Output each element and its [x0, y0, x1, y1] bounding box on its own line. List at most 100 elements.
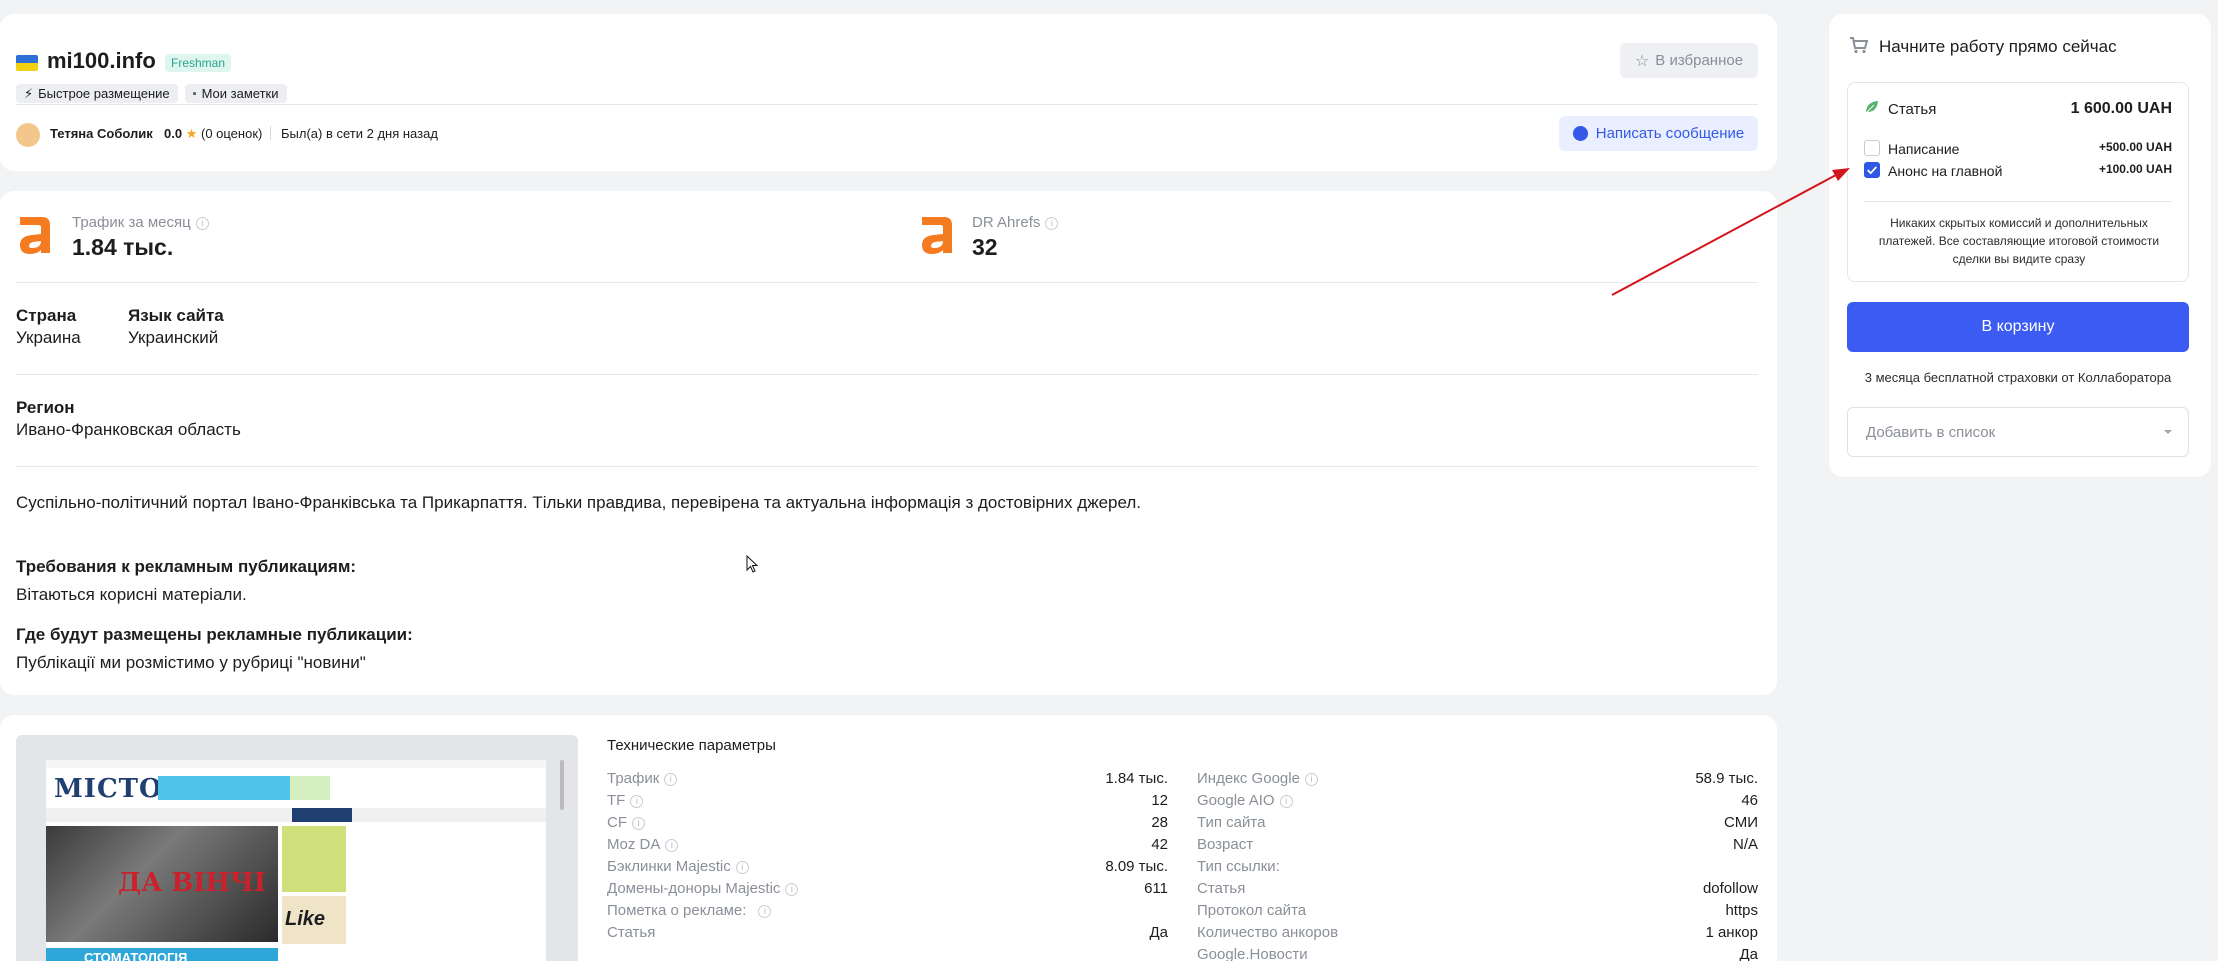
tech-value: N/A [1732, 836, 1758, 853]
tech-value: Да [1739, 946, 1758, 961]
tech-label: Google.Новости [1197, 946, 1308, 961]
country-title: Страна [16, 306, 77, 325]
article-price: 1 600.00 UAH [2070, 100, 2172, 117]
requirements-value: Вітаються корисні матеріали. [16, 585, 247, 604]
placement-title: Где будут размещены рекламные публикации… [16, 625, 413, 644]
info-icon[interactable]: i [630, 794, 644, 808]
info-icon[interactable]: i [665, 838, 679, 852]
add-to-cart-button[interactable]: В корзину [1847, 302, 2189, 352]
tech-value: dofollow [1702, 880, 1758, 897]
owner-name[interactable]: Тетяна Соболик [50, 126, 153, 141]
writing-price: +500.00 UAH [2098, 140, 2172, 154]
preview-page: МІСТО ДА ВІНЧІ Like СТОМАТОЛОГІЯ [46, 760, 546, 961]
order-options-box: Статья 1 600.00 UAH Написание +500.00 UA… [1847, 82, 2189, 282]
site-tags: ⚡ Быстрое размещение ▪ Мои заметки [16, 84, 287, 103]
homepage-announce-label[interactable]: Анонс на главной [1888, 163, 2002, 179]
order-card: Начните работу прямо сейчас Статья 1 600… [1829, 14, 2211, 477]
info-icon[interactable]: i [1279, 794, 1293, 808]
tech-row: TF i 12 [607, 792, 1168, 812]
insurance-note: 3 месяца бесплатной страховки от Коллабо… [1864, 370, 2172, 385]
cart-icon [1849, 36, 1869, 54]
my-notes-tag[interactable]: ▪ Мои заметки [184, 84, 287, 103]
order-title: Начните работу прямо сейчас [1879, 37, 2117, 56]
info-icon[interactable]: i [785, 882, 799, 896]
tech-value: СМИ [1724, 814, 1758, 831]
add-to-list-select[interactable]: Добавить в список [1847, 407, 2189, 457]
quick-placement-tag[interactable]: ⚡ Быстрое размещение [16, 84, 178, 103]
ahrefs-icon [922, 217, 952, 254]
tech-row: Тип сайта СМИ [1197, 814, 1758, 834]
tech-label: Трафик [607, 770, 660, 787]
tech-label: Возраст [1197, 836, 1254, 853]
info-icon[interactable]: i [735, 860, 749, 874]
traffic-value: 1.84 тыс. [72, 234, 174, 260]
tech-row: Moz DA i 42 [607, 836, 1168, 856]
preview-logo: МІСТО [54, 774, 163, 804]
tech-value: 1.84 тыс. [1105, 770, 1168, 787]
tech-row: Возраст N/A [1197, 836, 1758, 856]
info-icon[interactable]: i [632, 816, 645, 830]
tech-row: Тип ссылки: [1197, 858, 1758, 878]
site-name[interactable]: mi100.info [47, 48, 156, 74]
comment-icon: ▪ [192, 87, 197, 100]
tech-value: Да [1149, 924, 1168, 941]
last-seen: Был(а) в сети 2 дня назад [281, 126, 438, 141]
tech-label: Домены-доноры Majestic [607, 880, 781, 897]
region-title: Регион [16, 398, 75, 417]
ukraine-flag-icon [16, 55, 38, 71]
tech-label: TF [607, 792, 626, 809]
chat-bubble-icon [1572, 126, 1588, 141]
homepage-announce-checkbox[interactable] [1864, 162, 1880, 178]
dr-value: 32 [972, 234, 998, 260]
info-icon[interactable]: i [758, 904, 772, 918]
owner-rating: 0.0 ★ (0 оценок) [164, 126, 263, 141]
site-header-card: mi100.info Freshman ⚡ Быстрое размещение… [0, 14, 1777, 171]
tech-row: Google AIO i 46 [1197, 792, 1758, 812]
placement-value: Публікації ми розмістимо у рубриці "нови… [16, 653, 366, 672]
tech-card: МІСТО ДА ВІНЧІ Like СТОМАТОЛОГІЯ Техниче… [0, 715, 1777, 961]
tech-value: 611 [1144, 880, 1168, 897]
level-badge: Freshman [165, 54, 232, 72]
writing-checkbox[interactable] [1864, 140, 1880, 156]
avatar[interactable] [16, 123, 40, 147]
writing-label[interactable]: Написание [1888, 141, 1959, 157]
tech-row: Пометка о рекламе: i [607, 902, 1168, 922]
star-icon: ★ [185, 126, 198, 141]
info-icon[interactable]: i [664, 772, 678, 786]
tech-label: Бэклинки Majestic [607, 858, 731, 875]
info-icon[interactable]: i [1045, 216, 1059, 230]
tech-label: Протокол сайта [1197, 902, 1307, 919]
tech-label: Moz DA [607, 836, 661, 853]
tech-value: 1 анкор [1705, 924, 1758, 941]
traffic-label: Трафик за месяц i [72, 214, 209, 231]
tech-label: Тип ссылки: [1197, 858, 1280, 875]
requirements-title: Требования к рекламным публикациям: [16, 557, 357, 576]
mouse-cursor-icon [746, 555, 758, 573]
tech-label: Пометка о рекламе: [607, 902, 747, 919]
tech-row: Домены-доноры Majestic i 611 [607, 880, 1168, 900]
leaf-icon [1864, 99, 1880, 115]
favorite-button[interactable]: ☆ В избранное [1620, 43, 1758, 78]
no-hidden-fees-note: Никаких скрытых комиссий и дополнительны… [1878, 216, 2160, 266]
info-icon[interactable]: i [1304, 772, 1318, 786]
site-preview[interactable]: МІСТО ДА ВІНЧІ Like СТОМАТОЛОГІЯ [16, 735, 578, 961]
tech-value: 8.09 тыс. [1105, 858, 1168, 875]
tech-row: Индекс Google i 58.9 тыс. [1197, 770, 1758, 790]
region-value: Ивано-Франковская область [16, 420, 241, 439]
tech-value: 58.9 тыс. [1695, 770, 1758, 787]
tech-label: Количество анкоров [1197, 924, 1339, 941]
language-value: Украинский [128, 328, 219, 347]
tech-label: Статья [1197, 880, 1246, 897]
tech-row: Бэклинки Majestic i 8.09 тыс. [607, 858, 1168, 878]
write-message-button[interactable]: Написать сообщение [1559, 116, 1758, 151]
info-icon[interactable]: i [195, 216, 209, 230]
country-value: Украина [16, 328, 81, 347]
dr-label: DR Ahrefs i [972, 214, 1059, 231]
tech-row: Количество анкоров 1 анкор [1197, 924, 1758, 944]
tech-value: 28 [1151, 814, 1168, 831]
tech-value: 12 [1151, 792, 1168, 809]
tech-label: CF [607, 814, 627, 831]
tech-value: 46 [1741, 792, 1758, 809]
tech-label: Индекс Google [1197, 770, 1300, 787]
tech-value: 42 [1151, 836, 1168, 853]
